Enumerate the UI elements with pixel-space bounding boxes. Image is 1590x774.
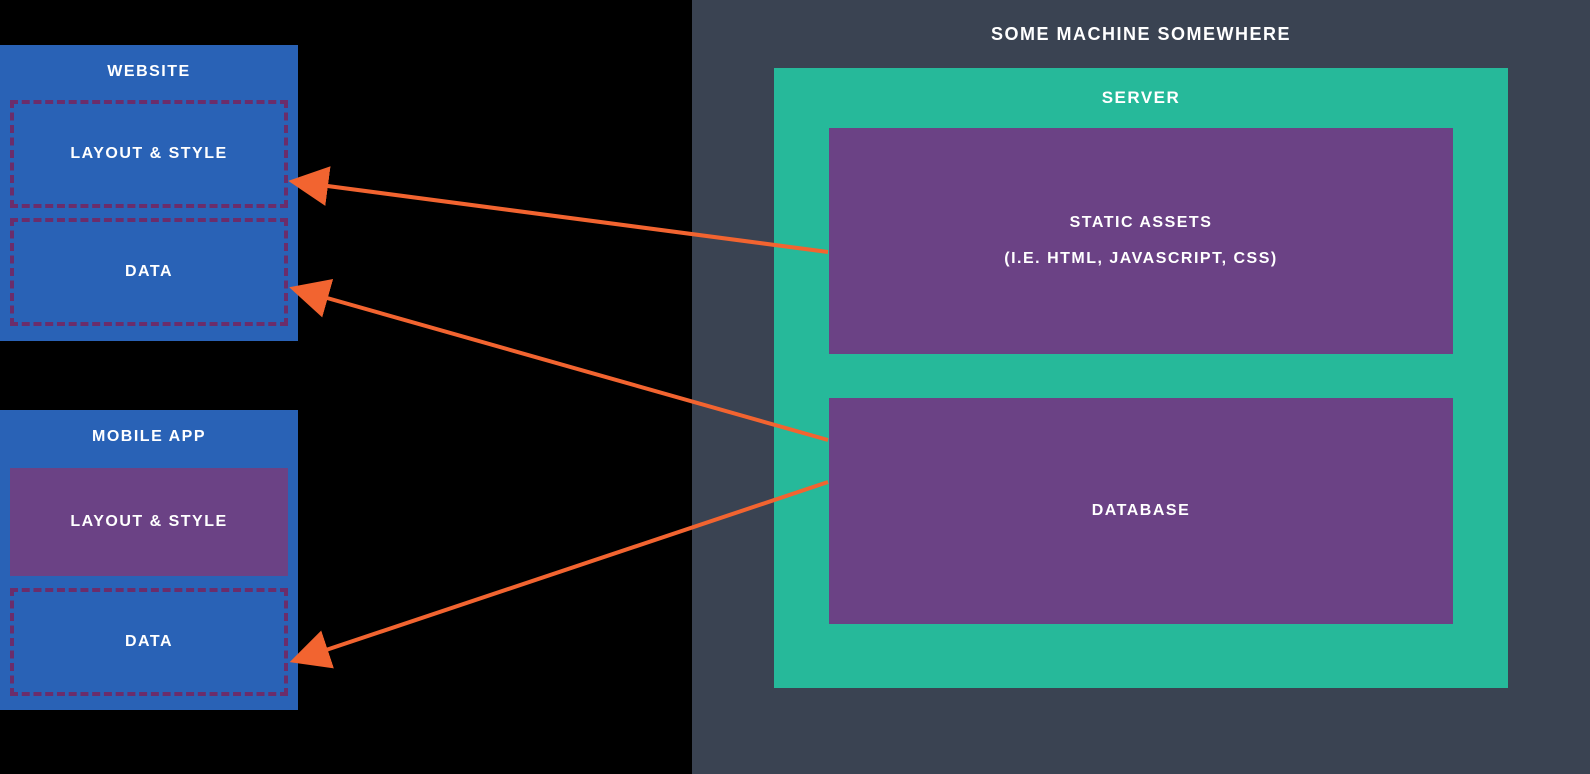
website-data-label: DATA (125, 263, 173, 281)
server-container: SERVER STATIC ASSETS (I.E. HTML, JAVASCR… (774, 68, 1508, 688)
website-title: WEBSITE (0, 45, 298, 81)
mobile-app-title: MOBILE APP (0, 410, 298, 446)
static-assets-line2: (I.E. HTML, JAVASCRIPT, CSS) (1004, 250, 1277, 268)
machine-container: SOME MACHINE SOMEWHERE SERVER STATIC ASS… (692, 0, 1590, 774)
mobile-app-container: MOBILE APP LAYOUT & STYLE DATA (0, 410, 298, 710)
website-layout-style-box: LAYOUT & STYLE (10, 100, 288, 208)
mobile-app-data-box: DATA (10, 588, 288, 696)
website-data-box: DATA (10, 218, 288, 326)
static-assets-line1: STATIC ASSETS (1070, 214, 1213, 232)
server-title: SERVER (774, 68, 1508, 108)
static-assets-box: STATIC ASSETS (I.E. HTML, JAVASCRIPT, CS… (829, 128, 1453, 354)
mobile-app-layout-style-box: LAYOUT & STYLE (10, 468, 288, 576)
website-container: WEBSITE LAYOUT & STYLE DATA (0, 45, 298, 341)
database-label: DATABASE (1092, 502, 1191, 520)
machine-title: SOME MACHINE SOMEWHERE (692, 0, 1590, 45)
database-box: DATABASE (829, 398, 1453, 624)
mobile-app-data-label: DATA (125, 633, 173, 651)
mobile-app-layout-style-label: LAYOUT & STYLE (70, 513, 227, 531)
website-layout-style-label: LAYOUT & STYLE (70, 145, 227, 163)
